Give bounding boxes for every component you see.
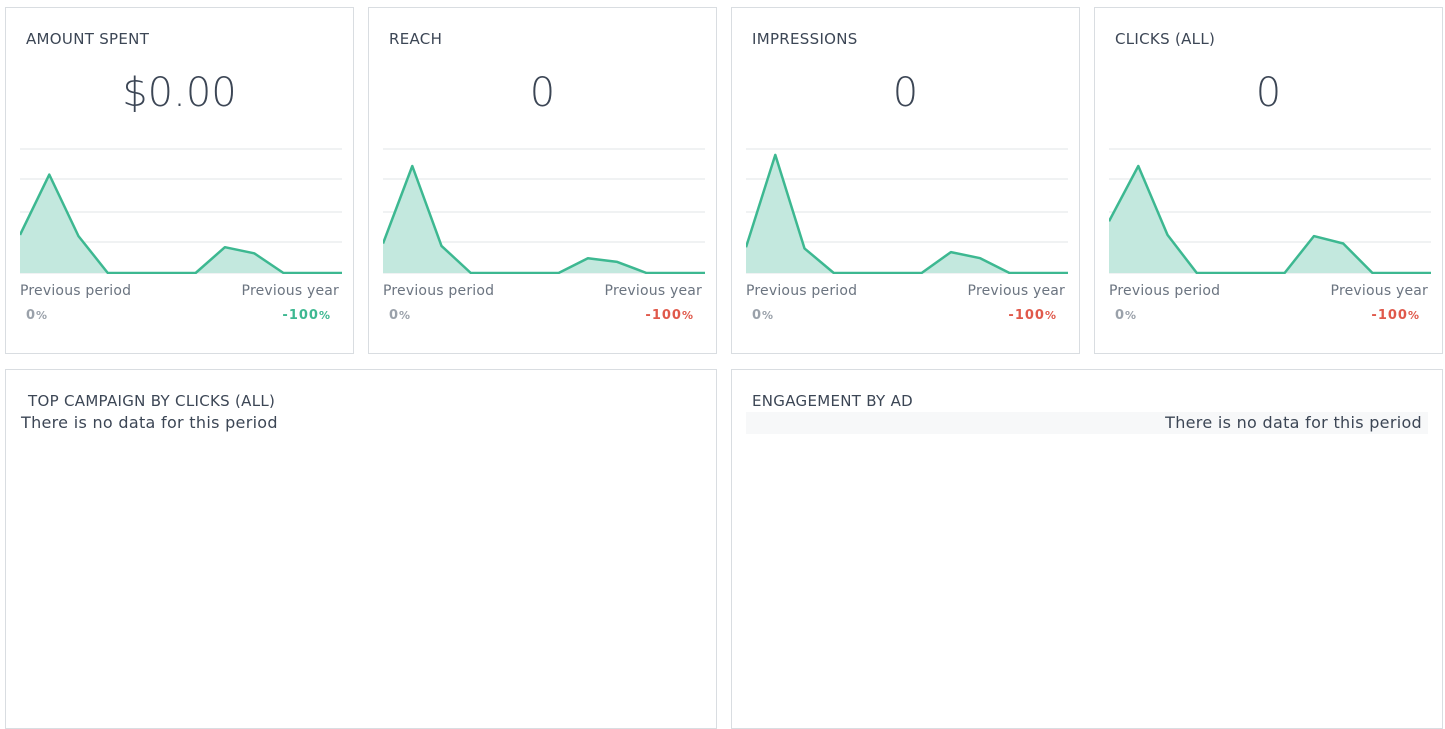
- previous-year-label: Previous year: [1330, 283, 1428, 299]
- metric-card-amount-spent: AMOUNT SPENT $0.00 Previous period Previ…: [5, 7, 354, 354]
- panel-title: TOP CAMPAIGN BY CLICKS (ALL): [28, 392, 276, 410]
- sparkline-chart: [1109, 148, 1431, 274]
- previous-year-label: Previous year: [604, 283, 702, 299]
- previous-year-label: Previous year: [241, 283, 339, 299]
- sparkline-area: [20, 174, 342, 273]
- previous-year-value: -100%: [282, 308, 331, 323]
- metric-value: 0: [892, 70, 919, 116]
- sparkline-chart: [383, 148, 705, 274]
- previous-period-label: Previous period: [383, 283, 495, 299]
- panel-title: ENGAGEMENT BY AD: [752, 392, 914, 410]
- previous-period-label: Previous period: [1109, 283, 1221, 299]
- no-data-message: There is no data for this period: [21, 413, 278, 432]
- previous-period-value: 0%: [26, 308, 49, 323]
- metric-value: $0.00: [122, 70, 237, 116]
- metric-card-reach: REACH 0 Previous period Previous year 0%…: [368, 7, 717, 354]
- metric-title: AMOUNT SPENT: [26, 30, 150, 48]
- sparkline-chart: [20, 148, 342, 274]
- panel-engagement-by-ad: ENGAGEMENT BY AD There is no data for th…: [731, 369, 1443, 729]
- previous-year-value: -100%: [1008, 308, 1057, 323]
- previous-period-value: 0%: [1115, 308, 1138, 323]
- no-data-message: There is no data for this period: [1165, 413, 1422, 432]
- panel-top-campaign: TOP CAMPAIGN BY CLICKS (ALL) There is no…: [5, 369, 717, 729]
- metric-value: 0: [1255, 70, 1282, 116]
- metric-title: REACH: [389, 30, 443, 48]
- sparkline-chart: [746, 148, 1068, 274]
- previous-year-value: -100%: [645, 308, 694, 323]
- metric-card-clicks: CLICKS (ALL) 0 Previous period Previous …: [1094, 7, 1443, 354]
- previous-year-value: -100%: [1371, 308, 1420, 323]
- sparkline-area: [1109, 166, 1431, 273]
- metric-card-impressions: IMPRESSIONS 0 Previous period Previous y…: [731, 7, 1080, 354]
- previous-year-label: Previous year: [967, 283, 1065, 299]
- previous-period-label: Previous period: [746, 283, 858, 299]
- previous-period-value: 0%: [389, 308, 412, 323]
- previous-period-value: 0%: [752, 308, 775, 323]
- metric-value: 0: [529, 70, 556, 116]
- metric-title: CLICKS (ALL): [1115, 30, 1216, 48]
- metric-title: IMPRESSIONS: [752, 30, 858, 48]
- previous-period-label: Previous period: [20, 283, 132, 299]
